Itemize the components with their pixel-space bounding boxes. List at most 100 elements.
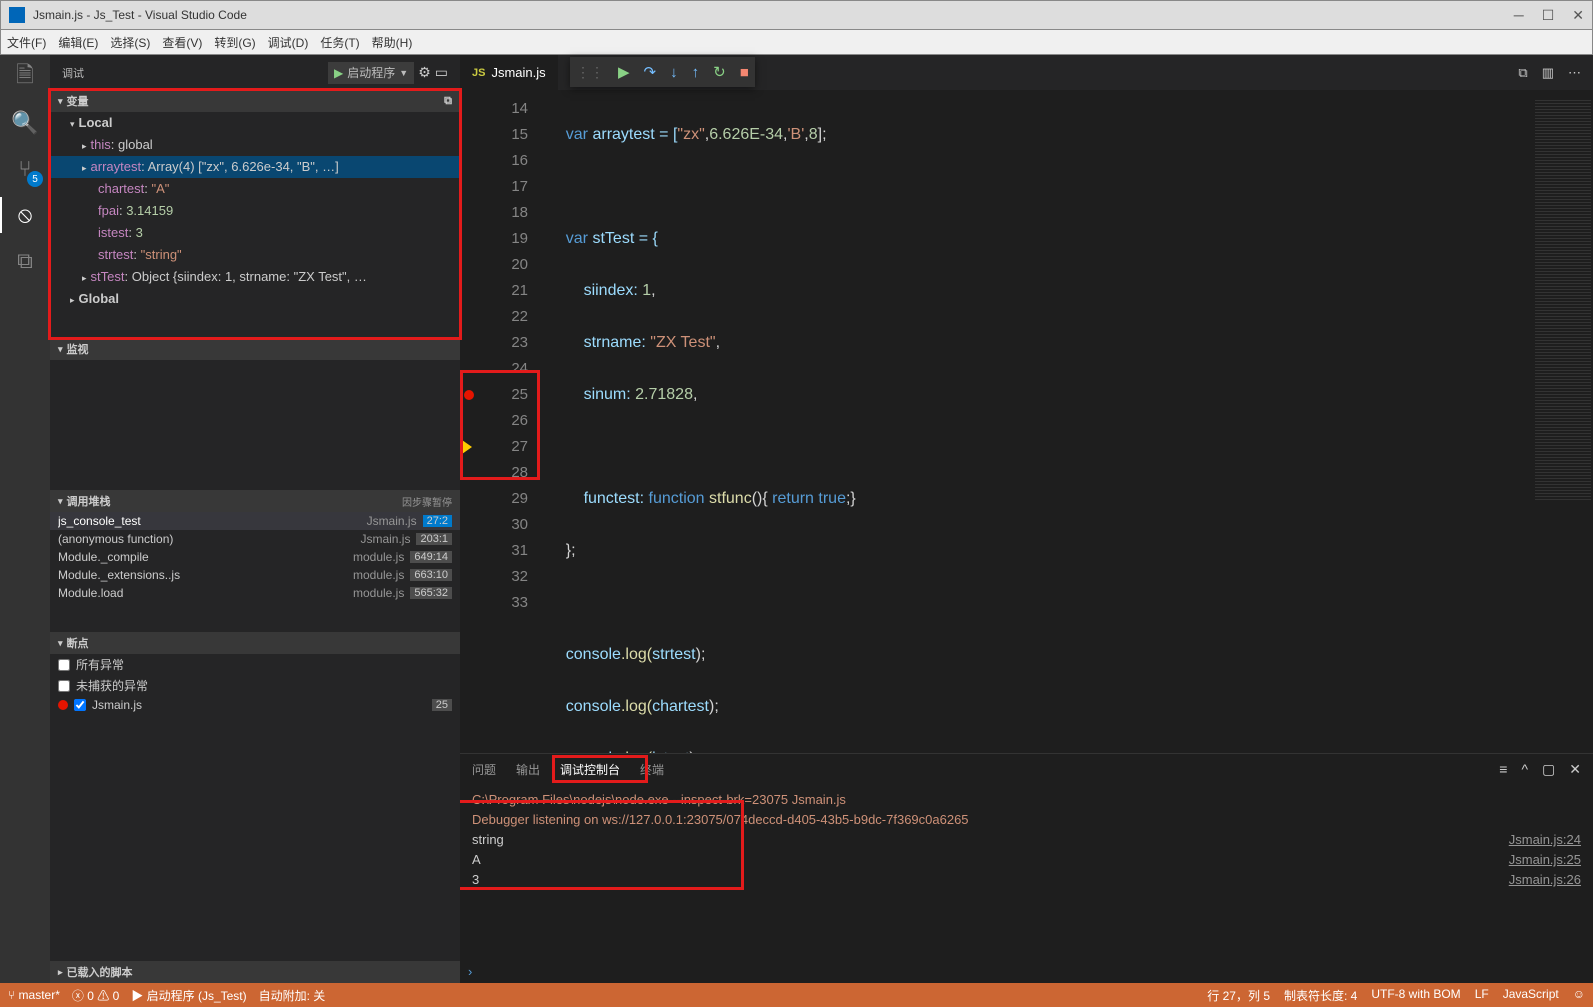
- clear-console-icon[interactable]: ≡: [1499, 761, 1507, 778]
- grip-icon[interactable]: ⋮⋮: [576, 64, 604, 81]
- debug-toolbar[interactable]: ⋮⋮ ▶ ↷ ↓ ↑ ↻ ■: [570, 57, 755, 87]
- scope-global[interactable]: ▸Global: [50, 288, 460, 310]
- menu-tasks[interactable]: 任务(T): [320, 34, 359, 51]
- var-arraytest[interactable]: ▸arraytest: Array(4) ["zx", 6.626e-34, "…: [50, 156, 460, 178]
- tab-terminal[interactable]: 终端: [640, 757, 664, 782]
- vscode-icon: [9, 7, 25, 23]
- checkbox[interactable]: [74, 699, 86, 711]
- menu-debug[interactable]: 调试(D): [268, 34, 309, 51]
- chevron-down-icon: ▾: [58, 96, 63, 107]
- debug-console-icon[interactable]: ▭: [435, 64, 448, 81]
- console-line: AJsmain.js:25: [472, 850, 1581, 870]
- panel-up-icon[interactable]: ^: [1521, 761, 1528, 778]
- editor-area: JS Jsmain.js ⋮⋮ ▶ ↷ ↓ ↑ ↻ ■ ⧉ ▥ ⋯ 141516…: [460, 55, 1593, 983]
- callstack-label: 调用堆栈: [67, 493, 111, 509]
- callstack-frame[interactable]: Module.loadmodule.js565:32: [50, 584, 460, 602]
- callstack-status: 因步骤暂停: [402, 494, 452, 509]
- status-language[interactable]: JavaScript: [1503, 987, 1559, 1004]
- split-editor-icon[interactable]: ⧉: [1518, 65, 1527, 81]
- stop-icon[interactable]: ■: [740, 64, 749, 81]
- start-debug-icon[interactable]: ▶: [334, 66, 343, 80]
- console-input-chevron-icon[interactable]: ›: [468, 964, 472, 979]
- step-over-icon[interactable]: ↷: [644, 63, 657, 81]
- continue-icon[interactable]: ▶: [618, 63, 630, 81]
- tab-output[interactable]: 输出: [516, 757, 540, 782]
- minimize-icon[interactable]: ─: [1514, 7, 1524, 24]
- menu-view[interactable]: 查看(V): [162, 34, 202, 51]
- feedback-icon[interactable]: ☺: [1573, 987, 1585, 1004]
- checkbox[interactable]: [58, 659, 70, 671]
- watch-section-header[interactable]: ▾ 监视: [50, 338, 460, 360]
- callstack-frame[interactable]: (anonymous function)Jsmain.js203:1: [50, 530, 460, 548]
- menu-select[interactable]: 选择(S): [110, 34, 150, 51]
- step-into-icon[interactable]: ↓: [670, 64, 678, 81]
- tab-debug-console[interactable]: 调试控制台: [560, 759, 620, 782]
- line-gutter[interactable]: 1415161718192021222324 25 26 27 28293031…: [460, 90, 540, 753]
- status-launch[interactable]: ▶ 启动程序 (Js_Test): [131, 987, 246, 1004]
- collapse-all-icon[interactable]: ⧉: [444, 95, 452, 108]
- menu-edit[interactable]: 编辑(E): [58, 34, 98, 51]
- status-auto-attach[interactable]: 自动附加: 关: [259, 987, 326, 1004]
- tab-jsmain[interactable]: JS Jsmain.js: [460, 55, 558, 90]
- step-out-icon[interactable]: ↑: [692, 64, 700, 81]
- current-line-arrow-icon: [462, 440, 472, 454]
- status-errors[interactable]: ⓧ 0 ⚠ 0: [72, 987, 119, 1004]
- breakpoints-label: 断点: [67, 635, 89, 651]
- breakpoints-section-header[interactable]: ▾ 断点: [50, 632, 460, 654]
- console-source-link[interactable]: Jsmain.js:25: [1509, 850, 1581, 870]
- variables-section-header[interactable]: ▾ 变量 ⧉: [50, 90, 460, 112]
- bp-line-badge: 25: [432, 699, 452, 711]
- extensions-icon[interactable]: ⧉: [11, 247, 39, 275]
- var-this[interactable]: ▸this: global: [50, 134, 460, 156]
- chevron-down-icon: ▾: [58, 638, 63, 649]
- search-icon[interactable]: 🔍: [11, 109, 39, 137]
- console-source-link[interactable]: Jsmain.js:24: [1509, 830, 1581, 850]
- var-istest[interactable]: istest: 3: [50, 222, 460, 244]
- menubar: 文件(F) 编辑(E) 选择(S) 查看(V) 转到(G) 调试(D) 任务(T…: [0, 30, 1593, 55]
- status-encoding[interactable]: UTF-8 with BOM: [1371, 987, 1460, 1004]
- var-sttest[interactable]: ▸stTest: Object {siindex: 1, strname: "Z…: [50, 266, 460, 288]
- panel-maximize-icon[interactable]: ▢: [1542, 761, 1555, 778]
- menu-file[interactable]: 文件(F): [7, 34, 46, 51]
- callstack-frame[interactable]: Module._compilemodule.js649:14: [50, 548, 460, 566]
- scope-local[interactable]: ▾Local: [50, 112, 460, 134]
- bp-all-exceptions[interactable]: 所有异常: [50, 654, 460, 675]
- callstack-frame[interactable]: js_console_testJsmain.js27:2: [50, 512, 460, 530]
- debug-console-body[interactable]: C:\Program Files\nodejs\node.exe --inspe…: [460, 784, 1593, 983]
- var-strtest[interactable]: strtest: "string": [50, 244, 460, 266]
- minimap[interactable]: [1533, 90, 1593, 753]
- gear-icon[interactable]: ⚙: [418, 64, 431, 81]
- tab-problems[interactable]: 问题: [472, 757, 496, 782]
- menu-help[interactable]: 帮助(H): [372, 34, 413, 51]
- var-chartest[interactable]: chartest: "A": [50, 178, 460, 200]
- var-fpai[interactable]: fpai: 3.14159: [50, 200, 460, 222]
- layout-icon[interactable]: ▥: [1542, 65, 1554, 81]
- callstack-section-header[interactable]: ▾ 调用堆栈 因步骤暂停: [50, 490, 460, 512]
- menu-goto[interactable]: 转到(G): [214, 34, 255, 51]
- bottom-panel: 问题 输出 调试控制台 终端 ≡ ^ ▢ ✕ C:\Program Files\…: [460, 753, 1593, 983]
- code-editor[interactable]: var arraytest = ["zx",6.626E-34,'B',8]; …: [540, 90, 1533, 753]
- close-icon[interactable]: ✕: [1572, 7, 1584, 24]
- debug-icon[interactable]: ⦸: [11, 201, 39, 229]
- panel-close-icon[interactable]: ✕: [1569, 761, 1581, 778]
- source-control-icon[interactable]: ⑂5: [11, 155, 39, 183]
- status-eol[interactable]: LF: [1475, 987, 1489, 1004]
- launch-config-dropdown[interactable]: ▶ 启动程序 ▼: [328, 62, 414, 84]
- callstack-frame[interactable]: Module._extensions..jsmodule.js663:10: [50, 566, 460, 584]
- status-position[interactable]: 行 27，列 5: [1207, 987, 1270, 1004]
- more-icon[interactable]: ⋯: [1568, 65, 1581, 81]
- bp-uncaught[interactable]: 未捕获的异常: [50, 675, 460, 696]
- restart-icon[interactable]: ↻: [713, 63, 726, 81]
- checkbox[interactable]: [58, 680, 70, 692]
- loaded-scripts-header[interactable]: ▸ 已载入的脚本: [50, 961, 460, 983]
- bp-file[interactable]: Jsmain.js25: [50, 696, 460, 714]
- status-tabsize[interactable]: 制表符长度: 4: [1284, 987, 1357, 1004]
- maximize-icon[interactable]: ☐: [1542, 7, 1555, 24]
- breakpoint-marker-icon[interactable]: [464, 390, 474, 400]
- breakpoint-dot-icon: [58, 700, 68, 710]
- explorer-icon[interactable]: 🗎: [11, 63, 39, 91]
- console-line: stringJsmain.js:24: [472, 830, 1581, 850]
- console-source-link[interactable]: Jsmain.js:26: [1509, 870, 1581, 890]
- git-branch[interactable]: ⑂ master*: [8, 988, 60, 1002]
- window-title: Jsmain.js - Js_Test - Visual Studio Code: [33, 8, 1514, 22]
